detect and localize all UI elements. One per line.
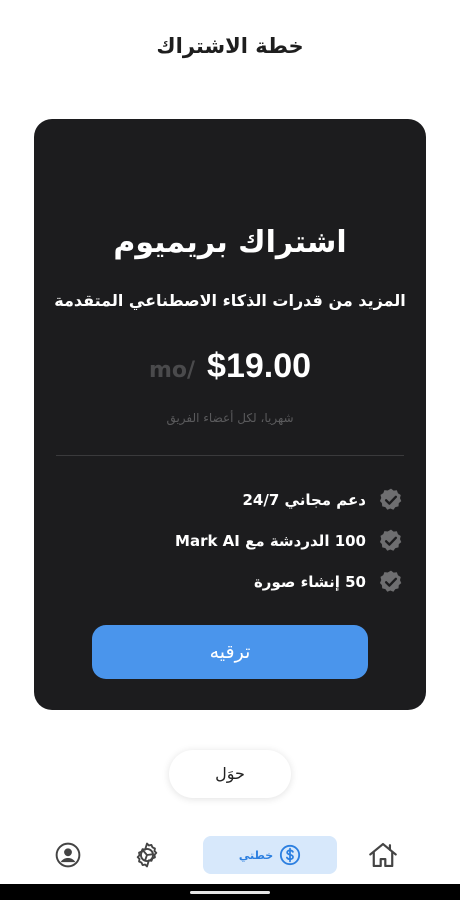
page-title: خطة الاشتراك [156, 34, 304, 58]
plan-description: المزيد من قدرات الذكاء الاصطناعي المتقدم… [54, 291, 406, 310]
price-row: mo/ $19.00 [34, 347, 426, 386]
nav-profile[interactable] [52, 836, 84, 874]
divider [56, 455, 404, 456]
plan-card: اشتراك بريميوم المزيد من قدرات الذكاء ال… [34, 119, 426, 710]
feature-item: دعم مجاني 24/7 [64, 479, 404, 520]
feature-item: 50 إنشاء صورة [64, 561, 404, 602]
price-period: mo/ [148, 358, 196, 383]
feature-label: 100 الدردشة مع Mark AI [175, 531, 366, 550]
feature-label: دعم مجاني 24/7 [242, 490, 367, 509]
about-button[interactable]: حوَل [169, 750, 291, 798]
nav-settings[interactable] [131, 836, 163, 874]
verified-check-icon [379, 488, 402, 510]
nav-home[interactable] [367, 836, 399, 874]
price-note: شهريا، لكل أعضاء الفريق [166, 411, 294, 425]
dollar-icon [280, 844, 301, 866]
verified-check-icon [379, 529, 402, 551]
verified-check-icon [379, 570, 402, 592]
feature-item: 100 الدردشة مع Mark AI [64, 520, 404, 561]
price-amount: $19.00 [207, 347, 312, 385]
upgrade-button[interactable]: ترقيه [92, 625, 368, 679]
plan-name: اشتراك بريميوم [113, 225, 347, 260]
home-icon [369, 842, 397, 868]
bottom-nav: خطتي [0, 836, 460, 876]
nav-my-plan[interactable]: خطتي [203, 836, 337, 874]
home-indicator[interactable] [190, 891, 270, 894]
profile-icon [55, 842, 81, 868]
feature-list: دعم مجاني 24/7 100 الدردشة مع Mark AI 50… [64, 479, 404, 602]
settings-icon [136, 842, 158, 868]
nav-plan-label: خطتي [238, 848, 274, 862]
feature-label: 50 إنشاء صورة [253, 572, 366, 591]
